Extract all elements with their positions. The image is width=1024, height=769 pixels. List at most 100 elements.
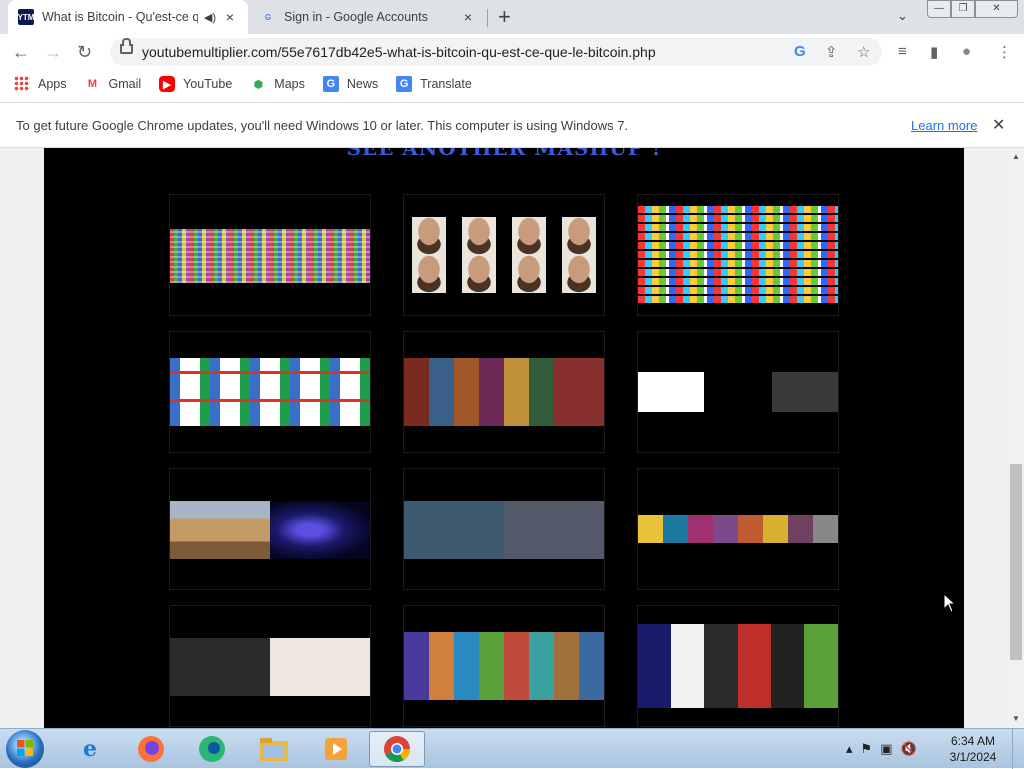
mashup-thumbnail-image[interactable] — [404, 217, 604, 293]
mashup-thumbnail-card[interactable] — [637, 468, 839, 590]
mashup-thumbnail-card[interactable] — [403, 331, 605, 453]
mashup-thumbnail-card[interactable] — [637, 331, 839, 453]
news-icon: G — [322, 76, 339, 92]
mashup-thumbnail-image[interactable] — [170, 638, 370, 696]
maximize-button[interactable]: ❐ — [951, 0, 975, 18]
tab-close-icon[interactable]: × — [222, 9, 238, 25]
mashup-thumbnail-card[interactable] — [169, 194, 371, 316]
mashup-thumbnail-card[interactable] — [169, 605, 371, 727]
file-explorer-icon[interactable] — [246, 731, 302, 767]
google-lens-icon[interactable]: G — [794, 43, 806, 60]
windows-taskbar: e ▴ ⚑ ▣ 🔇 6:34 AM 3/1/2024 — [0, 728, 1024, 769]
mouse-cursor-icon — [944, 594, 956, 613]
gmail-icon: M — [87, 78, 98, 90]
mashup-thumbnail-image[interactable] — [404, 632, 604, 700]
bookmark-label: Maps — [274, 77, 305, 91]
forward-arrow-icon[interactable]: → — [44, 42, 62, 62]
bookmark-gmail[interactable]: M Gmail — [85, 76, 142, 92]
clock-time: 6:34 AM — [950, 734, 996, 748]
page-heading: SEE ANOTHER MASHUP ! — [346, 148, 662, 160]
bookmark-label: News — [346, 77, 379, 91]
mashup-thumbnail-card[interactable] — [403, 194, 605, 316]
mashup-thumbnail-card[interactable] — [403, 468, 605, 590]
mashup-page: SEE ANOTHER MASHUP ! — [44, 148, 964, 728]
scroll-up-arrow-icon[interactable]: ▲ — [1012, 152, 1020, 161]
share-icon[interactable]: ⇪ — [825, 43, 838, 61]
ytm-favicon-icon: YTM — [18, 9, 34, 25]
mashup-thumbnail-image[interactable] — [404, 358, 604, 426]
translate-icon: G — [396, 76, 413, 92]
mashup-thumbnail-image[interactable] — [638, 624, 838, 708]
close-window-button[interactable]: ✕ — [975, 0, 1018, 18]
tab-close-icon[interactable]: × — [460, 9, 476, 25]
tab-search-icon[interactable]: ⌄ — [897, 8, 908, 24]
address-bar[interactable]: youtubemultiplier.com/55e7617db42e5-what… — [110, 38, 882, 66]
media-controls-icon[interactable]: ≡ — [898, 43, 907, 60]
firefox-icon[interactable] — [123, 731, 179, 767]
update-infobar: To get future Google Chrome updates, you… — [0, 102, 1024, 148]
mashup-thumbnail-image[interactable] — [404, 501, 604, 559]
volume-muted-icon[interactable]: 🔇 — [900, 741, 916, 757]
youtube-icon: ▶ — [159, 76, 176, 92]
action-center-flag-icon[interactable]: ⚑ — [861, 741, 873, 757]
tab-what-is-bitcoin[interactable]: YTM What is Bitcoin - Qu'est-ce q ◀) × — [8, 0, 248, 34]
mashup-thumbnail-card[interactable] — [637, 605, 839, 727]
page-viewport: SEE ANOTHER MASHUP ! — [0, 148, 1008, 728]
network-icon[interactable]: ▣ — [880, 741, 892, 757]
mashup-thumbnail-card[interactable] — [169, 468, 371, 590]
bookmark-star-icon[interactable]: ☆ — [857, 43, 870, 61]
apps-grid-icon — [14, 76, 30, 92]
back-arrow-icon[interactable]: ← — [12, 42, 30, 62]
mashup-thumbnail-image[interactable] — [170, 229, 370, 283]
tab-separator — [487, 9, 488, 27]
start-button[interactable] — [6, 730, 44, 768]
lock-icon[interactable] — [120, 38, 133, 54]
learn-more-link[interactable]: Learn more — [911, 118, 977, 133]
show-desktop-button[interactable] — [1012, 729, 1024, 769]
mashup-thumbnail-image[interactable] — [638, 372, 838, 412]
reload-icon[interactable]: ↻ — [77, 42, 92, 62]
edge-icon[interactable] — [184, 731, 240, 767]
internet-explorer-icon[interactable]: e — [62, 731, 118, 767]
windows-logo-icon — [17, 740, 33, 756]
bookmark-label: Gmail — [108, 77, 142, 91]
maps-icon: ⬢ — [253, 78, 264, 91]
scroll-down-arrow-icon[interactable]: ▼ — [1012, 714, 1020, 723]
chrome-menu-icon[interactable]: ⋮ — [997, 43, 1012, 61]
mashup-thumbnail-image[interactable] — [170, 358, 370, 426]
mashup-thumbnail-image[interactable] — [638, 205, 838, 305]
taskbar-clock[interactable]: 6:34 AM 3/1/2024 — [940, 733, 1006, 765]
side-panel-icon[interactable]: ▮ — [930, 43, 938, 61]
mashup-thumbnail-card[interactable] — [637, 194, 839, 316]
bookmark-youtube[interactable]: ▶ YouTube — [159, 76, 232, 92]
infobar-message: To get future Google Chrome updates, you… — [16, 118, 629, 133]
mashup-thumbnail-card[interactable] — [403, 605, 605, 727]
clock-date: 3/1/2024 — [949, 750, 997, 764]
bookmark-apps[interactable]: Apps — [14, 76, 67, 92]
address-url[interactable]: youtubemultiplier.com/55e7617db42e5-what… — [142, 44, 656, 60]
tab-strip: YTM What is Bitcoin - Qu'est-ce q ◀) × G… — [0, 0, 1024, 34]
bookmark-news[interactable]: G News — [322, 76, 379, 92]
speaker-icon[interactable]: ◀) — [204, 11, 216, 24]
bookmarks-bar: Apps M Gmail ▶ YouTube ⬢ Maps G News G T… — [0, 71, 1024, 97]
infobar-close-icon[interactable]: ✕ — [992, 115, 1005, 135]
mashup-thumbnail-image[interactable] — [170, 501, 370, 559]
page-scrollbar[interactable]: ▲ ▼ — [1008, 148, 1024, 728]
mashup-thumbnail-card[interactable] — [169, 331, 371, 453]
bookmark-label: Translate — [420, 77, 472, 91]
bookmark-maps[interactable]: ⬢ Maps — [250, 76, 305, 92]
bookmark-label: YouTube — [183, 77, 233, 91]
profile-avatar-icon[interactable]: ● — [962, 43, 971, 60]
minimize-button[interactable]: — — [927, 0, 951, 18]
tab-google-sign-in[interactable]: G Sign in - Google Accounts × — [250, 0, 486, 34]
tab-title: What is Bitcoin - Qu'est-ce q — [42, 10, 198, 24]
show-hidden-icons-chevron-icon[interactable]: ▴ — [846, 741, 853, 757]
mashup-thumbnail-image[interactable] — [638, 515, 838, 543]
scrollbar-thumb[interactable] — [1010, 464, 1022, 660]
system-tray: ▴ ⚑ ▣ 🔇 — [842, 729, 921, 769]
chrome-icon[interactable] — [369, 731, 425, 767]
bookmark-translate[interactable]: G Translate — [396, 76, 472, 92]
tab-title: Sign in - Google Accounts — [284, 10, 428, 24]
new-tab-icon[interactable]: + — [498, 6, 511, 28]
media-player-icon[interactable] — [308, 731, 364, 767]
